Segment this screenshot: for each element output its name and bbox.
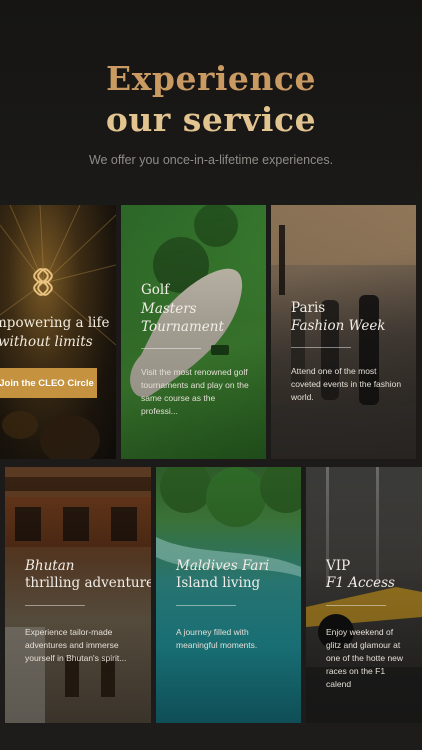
page-title-line2: our service: [105, 100, 317, 139]
vip-f1-access-card[interactable]: VIP F1 Access Enjoy weekend of glitz and…: [306, 467, 422, 723]
page-title-line1: Experience: [106, 59, 316, 98]
paris-card-title-line1: Paris: [291, 300, 326, 316]
vip-card-divider: [326, 605, 386, 606]
cleo-card-title-line1: mpowering a life: [0, 315, 110, 331]
paris-card-description: Attend one of the most coveted events in…: [291, 366, 402, 402]
page-subtitle: We offer you once-in-a-lifetime experien…: [88, 153, 334, 167]
maldives-card-title-line2: Island living: [176, 575, 261, 591]
join-cleo-circle-button[interactable]: Join the CLEO Circle: [0, 368, 97, 398]
cleo-card-title: mpowering a life without limits: [0, 314, 116, 352]
golf-card-divider: [141, 348, 201, 349]
paris-fashion-week-card[interactable]: Paris Fashion Week Attend one of the mos…: [271, 205, 416, 459]
cleo-logo-icon: [33, 268, 53, 296]
vip-card-title-line2: F1 Access: [326, 575, 395, 591]
cleo-card-title-line2: without limits: [0, 334, 93, 350]
maldives-card-overlay: [156, 467, 301, 723]
golf-masters-card[interactable]: Golf Masters Tournament Visit the most r…: [121, 205, 266, 459]
bhutan-card-title-line2: thrilling adventure: [25, 575, 151, 591]
bhutan-card-overlay: [5, 467, 151, 723]
bhutan-adventure-card[interactable]: Bhutan thrilling adventure Experience ta…: [5, 467, 151, 723]
paris-card-divider: [291, 347, 351, 348]
maldives-card-description: A journey filled with meaningful moments…: [176, 627, 258, 650]
maldives-island-card[interactable]: Maldives Fari Island living A journey fi…: [156, 467, 301, 723]
golf-card-title-line2: Masters: [141, 301, 197, 317]
bhutan-card-divider: [25, 605, 85, 606]
maldives-card-divider: [176, 605, 236, 606]
bhutan-card-description: Experience tailor-made adventures and im…: [25, 627, 127, 663]
page-title: Experience our service: [0, 58, 422, 140]
golf-card-description: Visit the most renowned golf tournaments…: [141, 367, 249, 416]
paris-card-title-line2: Fashion Week: [291, 318, 386, 334]
cleo-circle-card[interactable]: mpowering a life without limits Join the…: [0, 205, 116, 459]
vip-card-description: Enjoy weekend of glitz and glamour at on…: [326, 627, 404, 689]
golf-card-title-line1: Golf: [141, 282, 170, 298]
golf-card-title-line3: Tournament: [141, 319, 224, 335]
